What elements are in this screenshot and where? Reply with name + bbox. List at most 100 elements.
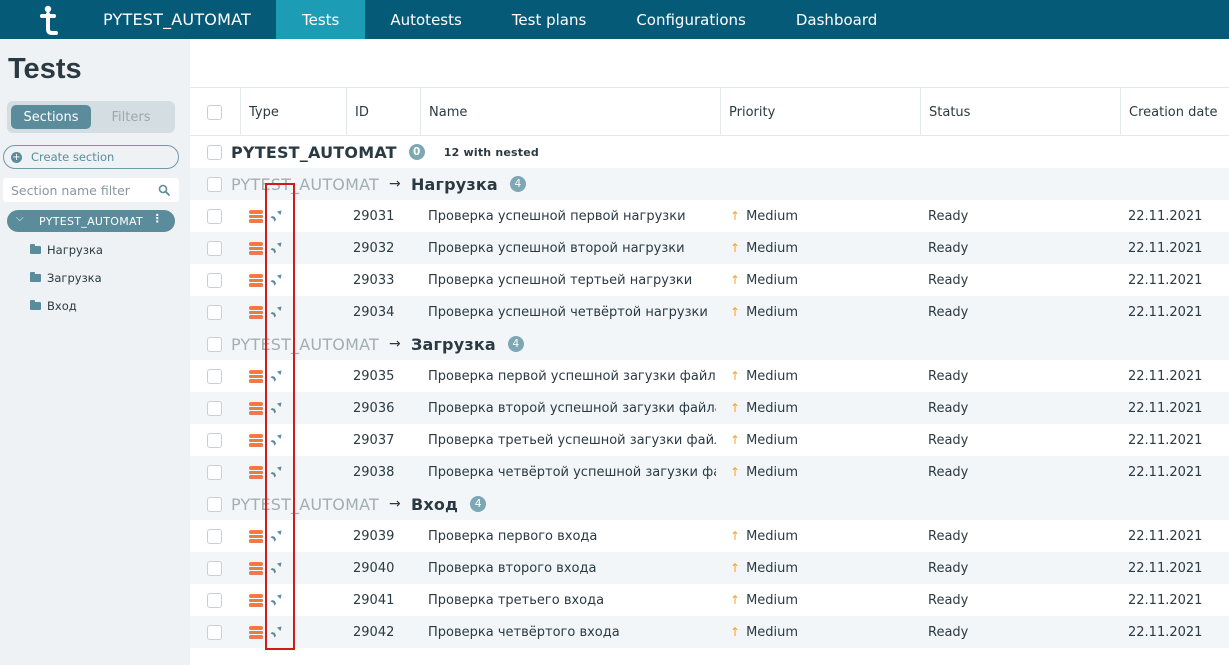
table-row[interactable]: 29042 Проверка четвёртого входа ↑ Medium Rea… — [190, 616, 1229, 648]
row-checkbox[interactable] — [207, 144, 222, 160]
section-path-child: Загрузка — [410, 334, 496, 354]
test-id[interactable]: 29034 — [353, 296, 394, 328]
test-name[interactable]: Проверка первого входа — [428, 520, 716, 552]
row-checkbox[interactable] — [207, 336, 222, 352]
row-checkbox[interactable] — [207, 592, 222, 608]
chevron-down-icon[interactable]: ⌵ — [16, 213, 24, 224]
table-row[interactable]: 29038 Проверка четвёртой успешной загузки… — [190, 456, 1229, 488]
test-name[interactable]: Проверка четвёртой успешной загузки фай.… — [428, 456, 716, 488]
automated-rocket-icon — [269, 560, 283, 576]
section-root-row[interactable]: PYTEST_AUTOMAT 0 12 with nested — [190, 136, 1229, 168]
tree-item-nagruzka[interactable]: Нагрузка — [30, 241, 103, 259]
row-checkbox-cell — [207, 552, 222, 584]
tab-tests[interactable]: Tests — [276, 0, 366, 39]
test-id[interactable]: 29041 — [353, 584, 394, 616]
test-name[interactable]: Проверка третьего входа — [428, 584, 716, 616]
column-priority[interactable]: Priority — [720, 88, 920, 136]
table-row[interactable]: 29032 Проверка успешной второй нагрузки ↑ M… — [190, 232, 1229, 264]
tab-dashboard[interactable]: Dashboard — [771, 0, 902, 39]
row-checkbox[interactable] — [207, 464, 222, 480]
row-checkbox[interactable] — [207, 528, 222, 544]
create-section-button[interactable]: + Create section — [3, 145, 179, 169]
column-name[interactable]: Name — [420, 88, 720, 136]
column-type[interactable]: Type — [240, 88, 346, 136]
test-id[interactable]: 29033 — [353, 264, 394, 296]
section-title: PYTEST_AUTOMAT — [231, 142, 397, 162]
tree-root-section[interactable]: ⌵ PYTEST_AUTOMAT ⋮ — [7, 210, 175, 232]
table-row[interactable]: 29031 Проверка успешной первой нагрузки ↑ M… — [190, 200, 1229, 232]
test-status: Ready — [928, 560, 969, 576]
test-name[interactable]: Проверка успешной второй нагрузки — [428, 232, 716, 264]
table-row[interactable]: 29041 Проверка третьего входа ↑ Medium Ready… — [190, 584, 1229, 616]
app-logo[interactable] — [0, 0, 103, 39]
test-id[interactable]: 29039 — [353, 520, 394, 552]
test-name[interactable]: Проверка успешной первой нагрузки — [428, 200, 716, 232]
test-name[interactable]: Проверка четвёртого входа — [428, 616, 716, 648]
row-checkbox[interactable] — [207, 368, 222, 384]
test-creation-date: 22.11.2021 — [1128, 208, 1203, 224]
search-icon[interactable] — [158, 184, 170, 196]
row-checkbox[interactable] — [207, 208, 222, 224]
sections-tab-button[interactable]: Sections — [11, 105, 91, 129]
select-all-checkbox[interactable] — [207, 104, 222, 120]
automated-rocket-icon — [269, 208, 283, 224]
row-checkbox[interactable] — [207, 560, 222, 576]
test-case-stack-icon — [248, 304, 264, 320]
row-checkbox[interactable] — [207, 304, 222, 320]
table-row[interactable]: 29034 Проверка успешной четвёртой нагрузк… — [190, 296, 1229, 328]
table-row[interactable]: 29039 Проверка первого входа ↑ Medium Ready 2… — [190, 520, 1229, 552]
section-group-row[interactable]: PYTEST_AUTOMAT → Нагрузка 4 — [190, 168, 1229, 200]
priority-label: Medium — [746, 528, 799, 544]
tab-autotests[interactable]: Autotests — [365, 0, 486, 39]
row-checkbox[interactable] — [207, 400, 222, 416]
test-priority: ↑ Medium — [730, 392, 798, 424]
table-row[interactable]: 29037 Проверка третьей успешной загузки ф… — [190, 424, 1229, 456]
tab-test-plans[interactable]: Test plans — [487, 0, 612, 39]
tab-configurations[interactable]: Configurations — [611, 0, 771, 39]
project-title[interactable]: PYTEST_AUTOMAT — [103, 0, 276, 39]
more-options-icon[interactable]: ⋮ — [152, 212, 163, 225]
row-checkbox-cell — [207, 488, 222, 520]
test-name[interactable]: Проверка второго входа — [428, 552, 716, 584]
row-checkbox[interactable] — [207, 432, 222, 448]
row-checkbox-cell — [207, 328, 222, 360]
section-path-parent: PYTEST_AUTOMAT — [231, 174, 379, 194]
column-status[interactable]: Status — [920, 88, 1120, 136]
row-checkbox[interactable] — [207, 272, 222, 288]
test-status: Ready — [928, 624, 969, 640]
test-id[interactable]: 29038 — [353, 456, 394, 488]
row-checkbox[interactable] — [207, 240, 222, 256]
test-id[interactable]: 29037 — [353, 424, 394, 456]
row-checkbox[interactable] — [207, 496, 222, 512]
table-row[interactable]: 29040 Проверка второго входа ↑ Medium Ready 2… — [190, 552, 1229, 584]
row-checkbox[interactable] — [207, 176, 222, 192]
select-all-cell — [207, 88, 222, 136]
filters-tab-button[interactable]: Filters — [91, 105, 171, 129]
test-id[interactable]: 29031 — [353, 200, 394, 232]
test-priority: ↑ Medium — [730, 584, 798, 616]
table-row[interactable]: 29033 Проверка успешной тертьей нагрузки ↑… — [190, 264, 1229, 296]
test-name[interactable]: Проверка второй успешной загузки файла — [428, 392, 716, 424]
row-checkbox-cell — [207, 456, 222, 488]
automated-rocket-icon — [269, 368, 283, 384]
column-creation-date[interactable]: Creation date — [1120, 88, 1229, 136]
table-row[interactable]: 29035 Проверка первой успешной загузки фа… — [190, 360, 1229, 392]
table-row[interactable]: 29036 Проверка второй успешной загузки фа… — [190, 392, 1229, 424]
section-name-filter-input[interactable] — [11, 182, 151, 198]
test-id[interactable]: 29036 — [353, 392, 394, 424]
test-name[interactable]: Проверка успешной тертьей нагрузки — [428, 264, 716, 296]
column-id[interactable]: ID — [346, 88, 420, 136]
test-status: Ready — [928, 400, 969, 416]
test-name[interactable]: Проверка успешной четвёртой нагрузки — [428, 296, 716, 328]
tree-item-zagruzka[interactable]: Загрузка — [30, 269, 102, 287]
test-id[interactable]: 29032 — [353, 232, 394, 264]
test-id[interactable]: 29035 — [353, 360, 394, 392]
test-id[interactable]: 29042 — [353, 616, 394, 648]
tree-item-vkhod[interactable]: Вход — [30, 297, 77, 315]
test-name[interactable]: Проверка первой успешной загузки файла — [428, 360, 716, 392]
section-group-row[interactable]: PYTEST_AUTOMAT → Загрузка 4 — [190, 328, 1229, 360]
test-id[interactable]: 29040 — [353, 552, 394, 584]
section-group-row[interactable]: PYTEST_AUTOMAT → Вход 4 — [190, 488, 1229, 520]
test-name[interactable]: Проверка третьей успешной загузки файла — [428, 424, 716, 456]
row-checkbox[interactable] — [207, 624, 222, 640]
